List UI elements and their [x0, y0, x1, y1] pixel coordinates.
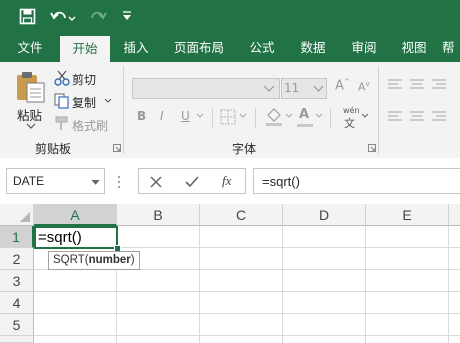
dialog-launcher-icon[interactable] [113, 144, 121, 152]
cut-label[interactable]: 剪切 [72, 71, 96, 88]
font-name-box[interactable] [132, 78, 280, 99]
underline-button[interactable]: U [181, 109, 190, 123]
group-divider [378, 66, 379, 154]
ribbon-tabs: 文件 开始 插入 页面布局 公式 数据 审阅 视图 帮 [0, 34, 460, 62]
tab-home[interactable]: 开始 [60, 36, 110, 62]
tooltip-function[interactable]: SQRT( [53, 254, 89, 266]
row-header-5[interactable]: 5 [0, 314, 34, 336]
tooltip-close: ) [130, 254, 135, 266]
increase-font-icon[interactable]: A^ [335, 78, 350, 93]
italic-button[interactable]: I [160, 109, 164, 123]
gridline [448, 226, 449, 343]
chevron-down-icon[interactable] [313, 85, 324, 93]
borders-icon[interactable] [220, 109, 236, 125]
column-header-c[interactable]: C [200, 204, 283, 226]
tooltip-argument[interactable]: number [89, 254, 131, 266]
font-color-bar [297, 124, 313, 127]
column-header-b[interactable]: B [117, 204, 200, 226]
divider [330, 108, 331, 128]
chevron-down-icon[interactable] [239, 113, 247, 119]
copy-icon[interactable] [54, 93, 70, 109]
formula-bar-area: DATE fx =sqrt() [0, 158, 460, 204]
tab-insert[interactable]: 插入 [115, 34, 157, 62]
undo-icon[interactable] [50, 8, 76, 25]
tab-help[interactable]: 帮 [442, 34, 460, 62]
format-painter-label[interactable]: 格式刷 [72, 117, 108, 134]
decrease-font-icon[interactable]: Av [358, 80, 370, 94]
row-header-4[interactable]: 4 [0, 292, 34, 314]
gridline [282, 226, 283, 343]
formula-buttons: fx [138, 168, 246, 194]
chevron-down-icon[interactable] [196, 113, 204, 119]
select-all-corner[interactable] [0, 204, 34, 226]
fill-color-icon[interactable] [265, 107, 283, 127]
clipboard-group-label: 剪贴板 [35, 142, 72, 156]
column-header-f[interactable] [449, 204, 460, 226]
chevron-down-icon[interactable] [91, 179, 100, 185]
font-group-label: 字体 [232, 142, 257, 156]
gridline [34, 313, 460, 314]
alignment-icons[interactable] [386, 77, 460, 131]
chevron-down-icon[interactable] [285, 113, 293, 119]
row-header-3[interactable]: 3 [0, 270, 34, 292]
font-color-icon[interactable]: A [299, 107, 309, 122]
gridline [34, 335, 460, 336]
quick-access-toolbar [0, 0, 460, 34]
worksheet-grid[interactable]: A B C D E 1 2 3 4 5 =sqrt() SQRT(number) [0, 204, 460, 343]
phonetic-icon[interactable]: 文 [344, 115, 355, 131]
row-header-2[interactable]: 2 [0, 248, 34, 270]
name-box-value: DATE [13, 174, 45, 188]
cancel-icon[interactable] [150, 176, 162, 188]
paste-icon[interactable] [15, 70, 47, 104]
chevron-down-icon[interactable] [361, 113, 369, 119]
resize-handle-icon[interactable] [117, 174, 121, 190]
tab-page-layout[interactable]: 页面布局 [166, 34, 232, 62]
column-header-e[interactable]: E [366, 204, 449, 226]
tab-view[interactable]: 视图 [393, 34, 435, 62]
dialog-launcher-icon[interactable] [368, 144, 376, 152]
formula-input-value: =sqrt() [262, 174, 300, 189]
save-icon[interactable] [19, 8, 36, 25]
font-size-value: 11 [284, 81, 300, 95]
chevron-down-icon[interactable] [263, 85, 275, 93]
ribbon: 粘贴 剪切 复制 格式刷 剪贴板 11 A^ Av B I U A wén 文 … [0, 62, 460, 159]
formula-input[interactable]: =sqrt() [253, 168, 460, 194]
select-all-icon [20, 212, 30, 222]
bold-button[interactable]: B [137, 109, 146, 123]
gridline [365, 226, 366, 343]
column-header-a[interactable]: A [34, 204, 117, 226]
enter-check-icon[interactable] [185, 176, 199, 188]
customize-qat-icon[interactable] [121, 10, 133, 22]
gridline [34, 291, 460, 292]
phonetic-label[interactable]: wén [343, 106, 360, 115]
active-cell-a1[interactable]: =sqrt() [34, 226, 118, 249]
divider [212, 108, 213, 128]
gridline [199, 226, 200, 343]
group-divider [123, 66, 124, 154]
copy-label[interactable]: 复制 [72, 94, 96, 111]
tab-file[interactable]: 文件 [8, 34, 52, 62]
divider [255, 108, 256, 128]
name-box[interactable]: DATE [6, 168, 105, 194]
function-tooltip: SQRT(number) [48, 251, 140, 270]
chevron-down-icon[interactable] [315, 113, 323, 119]
tab-data[interactable]: 数据 [292, 34, 334, 62]
chevron-down-icon[interactable] [26, 122, 36, 130]
redo-icon[interactable] [86, 8, 112, 25]
row-header-6[interactable] [0, 336, 34, 343]
row-header-1[interactable]: 1 [0, 226, 34, 248]
tab-formulas[interactable]: 公式 [241, 34, 283, 62]
scissors-icon[interactable] [54, 70, 70, 86]
chevron-down-icon[interactable] [104, 98, 112, 104]
format-painter-icon[interactable] [54, 116, 70, 132]
insert-function-icon[interactable]: fx [222, 173, 231, 189]
column-header-d[interactable]: D [283, 204, 366, 226]
cell-a1-text: =sqrt() [38, 229, 82, 246]
tab-review[interactable]: 审阅 [343, 34, 385, 62]
